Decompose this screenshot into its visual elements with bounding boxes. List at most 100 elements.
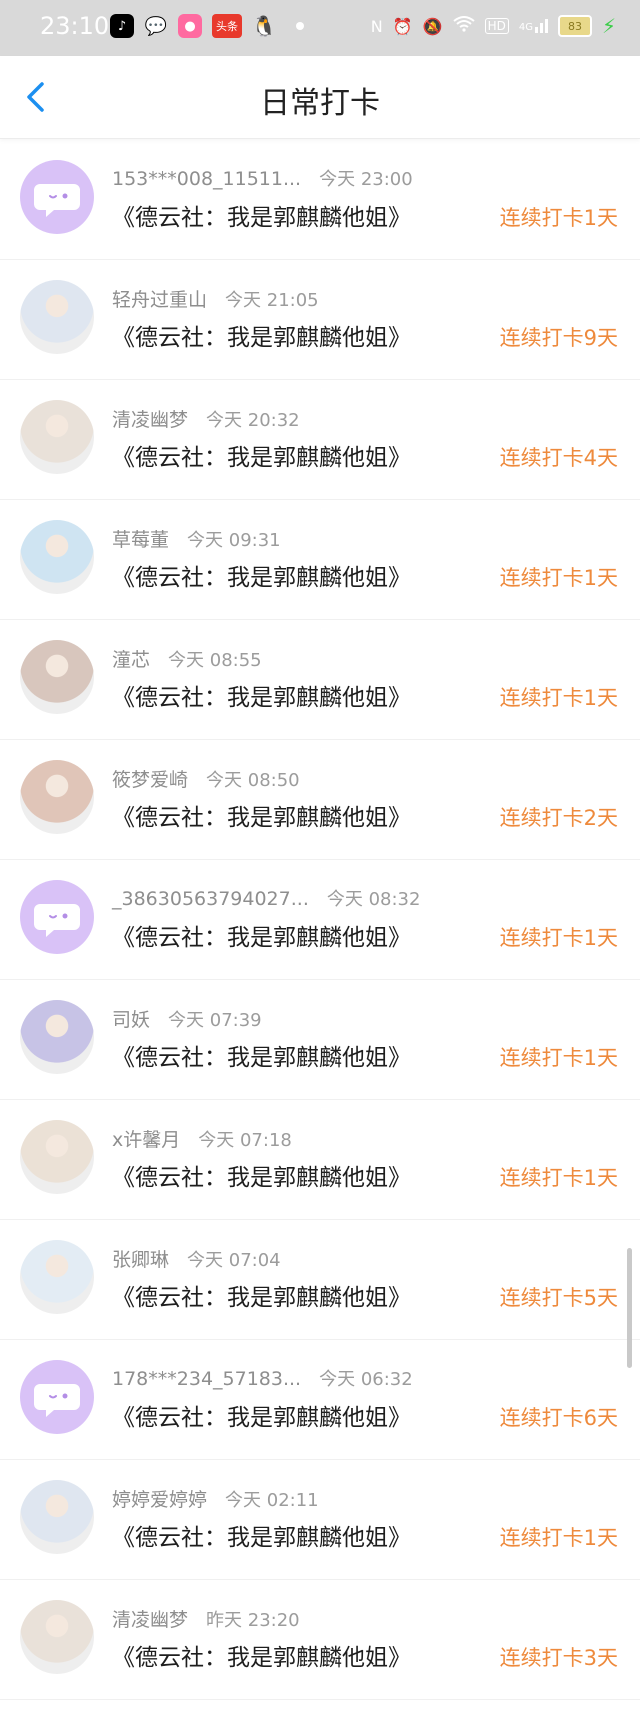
list-item[interactable]: _38630563794027... 今天 08:32 《德云社：我是郭麒麟他姐》 连… <box>0 860 640 980</box>
username[interactable]: 清凌幽梦 <box>112 409 188 431</box>
item-meta: 清凌幽梦 今天 20:32 <box>112 405 300 432</box>
book-title[interactable]: 《德云社：我是郭麒麟他姐》 <box>112 798 411 832</box>
checkin-time: 今天 09:31 <box>187 530 281 551</box>
avatar[interactable] <box>20 640 94 714</box>
pink-app-icon: ● <box>178 14 202 38</box>
avatar[interactable] <box>20 400 94 474</box>
item-meta: 清凌幽梦 昨天 23:20 <box>112 1605 300 1632</box>
status-bar: 23:10 ♪ 💬 ● 头条 🐧 N ⏰ 🔕 HD 4G 83 ⚡ <box>0 0 640 56</box>
avatar[interactable] <box>20 880 94 954</box>
username[interactable]: 筱梦爱崎 <box>112 769 188 791</box>
book-title[interactable]: 《德云社：我是郭麒麟他姐》 <box>112 438 411 472</box>
streak-label: 连续打卡2天 <box>499 806 618 830</box>
streak-label: 连续打卡1天 <box>499 206 618 230</box>
hd-icon: HD <box>484 18 509 34</box>
checkin-time: 今天 06:32 <box>319 1369 413 1390</box>
streak-label: 连续打卡1天 <box>499 1046 618 1070</box>
avatar[interactable] <box>20 160 94 234</box>
chat-bubble-icon <box>34 904 80 937</box>
username[interactable]: 草莓董 <box>112 529 169 551</box>
alarm-icon: ⏰ <box>392 16 413 36</box>
signal-icon: 4G <box>519 19 548 33</box>
streak-label: 连续打卡9天 <box>499 326 618 350</box>
book-title[interactable]: 《德云社：我是郭麒麟他姐》 <box>112 198 411 232</box>
streak-label: 连续打卡1天 <box>499 566 618 590</box>
book-title[interactable]: 《德云社：我是郭麒麟他姐》 <box>112 1638 411 1672</box>
item-meta: 司妖 今天 07:39 <box>112 1005 262 1032</box>
wechat-icon: 💬 <box>144 15 168 37</box>
checkin-time: 今天 21:05 <box>225 290 319 311</box>
streak-label: 连续打卡3天 <box>499 1646 618 1670</box>
checkin-time: 昨天 23:20 <box>206 1610 300 1631</box>
book-title[interactable]: 《德云社：我是郭麒麟他姐》 <box>112 1158 411 1192</box>
checkin-list: 153***008_11511... 今天 23:00 《德云社：我是郭麒麟他姐》连… <box>0 140 640 1700</box>
list-item[interactable]: 清凌幽梦 昨天 23:20 《德云社：我是郭麒麟他姐》 连续打卡3天 <box>0 1580 640 1700</box>
avatar[interactable] <box>20 520 94 594</box>
list-item[interactable]: 153***008_11511... 今天 23:00 《德云社：我是郭麒麟他姐》 连… <box>0 140 640 260</box>
username[interactable]: _38630563794027... <box>112 888 309 910</box>
scrollbar[interactable] <box>627 1248 632 1368</box>
checkin-time: 今天 08:50 <box>206 770 300 791</box>
avatar[interactable] <box>20 1000 94 1074</box>
book-title[interactable]: 《德云社：我是郭麒麟他姐》 <box>112 318 411 352</box>
chat-bubble-icon <box>34 1384 80 1417</box>
username[interactable]: 张卿琳 <box>112 1249 169 1271</box>
status-time: 23:10 <box>40 12 110 40</box>
page-title: 日常打卡 <box>260 86 380 121</box>
list-item[interactable]: 草莓董 今天 09:31 《德云社：我是郭麒麟他姐》 连续打卡1天 <box>0 500 640 620</box>
username[interactable]: 清凌幽梦 <box>112 1609 188 1631</box>
username[interactable]: 153***008_11511... <box>112 168 301 190</box>
avatar[interactable] <box>20 280 94 354</box>
book-title[interactable]: 《德云社：我是郭麒麟他姐》 <box>112 678 411 712</box>
checkin-time: 今天 07:18 <box>198 1130 292 1151</box>
list-item[interactable]: 张卿琳 今天 07:04 《德云社：我是郭麒麟他姐》 连续打卡5天 <box>0 1220 640 1340</box>
book-title[interactable]: 《德云社：我是郭麒麟他姐》 <box>112 1398 411 1432</box>
nfc-icon: N <box>370 16 383 36</box>
list-item[interactable]: 潼芯 今天 08:55 《德云社：我是郭麒麟他姐》 连续打卡1天 <box>0 620 640 740</box>
avatar[interactable] <box>20 1120 94 1194</box>
battery-icon: 83 <box>557 15 592 37</box>
checkin-time: 今天 20:32 <box>206 410 300 431</box>
battery-level: 83 <box>567 19 582 33</box>
streak-label: 连续打卡6天 <box>499 1406 618 1430</box>
username[interactable]: 司妖 <box>112 1009 150 1031</box>
book-title[interactable]: 《德云社：我是郭麒麟他姐》 <box>112 918 411 952</box>
avatar[interactable] <box>20 1600 94 1674</box>
item-meta: 婷婷爱婷婷 今天 02:11 <box>112 1485 319 1512</box>
item-meta: 178***234_57183... 今天 06:32 <box>112 1365 413 1391</box>
streak-label: 连续打卡4天 <box>499 446 618 470</box>
username[interactable]: 潼芯 <box>112 649 150 671</box>
username[interactable]: 轻舟过重山 <box>112 289 207 311</box>
checkin-time: 今天 08:55 <box>168 650 262 671</box>
qq-icon: 🐧 <box>251 14 277 38</box>
username[interactable]: 178***234_57183... <box>112 1368 301 1390</box>
streak-label: 连续打卡1天 <box>499 1526 618 1550</box>
avatar[interactable] <box>20 760 94 834</box>
book-title[interactable]: 《德云社：我是郭麒麟他姐》 <box>112 1038 411 1072</box>
username[interactable]: 婷婷爱婷婷 <box>112 1489 207 1511</box>
charging-icon: ⚡ <box>601 14 616 38</box>
list-item[interactable]: x许馨月 今天 07:18 《德云社：我是郭麒麟他姐》 连续打卡1天 <box>0 1100 640 1220</box>
list-item[interactable]: 筱梦爱崎 今天 08:50 《德云社：我是郭麒麟他姐》 连续打卡2天 <box>0 740 640 860</box>
item-meta: 潼芯 今天 08:55 <box>112 645 262 672</box>
item-meta: 153***008_11511... 今天 23:00 <box>112 165 413 191</box>
avatar[interactable] <box>20 1480 94 1554</box>
book-title[interactable]: 《德云社：我是郭麒麟他姐》 <box>112 1278 411 1312</box>
avatar[interactable] <box>20 1240 94 1314</box>
item-meta: 筱梦爱崎 今天 08:50 <box>112 765 300 792</box>
checkin-time: 今天 23:00 <box>319 169 413 190</box>
list-item[interactable]: 婷婷爱婷婷 今天 02:11 《德云社：我是郭麒麟他姐》 连续打卡1天 <box>0 1460 640 1580</box>
avatar[interactable] <box>20 1360 94 1434</box>
book-title[interactable]: 《德云社：我是郭麒麟他姐》 <box>112 1518 411 1552</box>
list-item[interactable]: 清凌幽梦 今天 20:32 《德云社：我是郭麒麟他姐》 连续打卡4天 <box>0 380 640 500</box>
streak-label: 连续打卡1天 <box>499 926 618 950</box>
more-notifications-dot <box>296 22 304 30</box>
book-title[interactable]: 《德云社：我是郭麒麟他姐》 <box>112 558 411 592</box>
item-meta: 草莓董 今天 09:31 <box>112 525 281 552</box>
streak-label: 连续打卡1天 <box>499 686 618 710</box>
list-item[interactable]: 司妖 今天 07:39 《德云社：我是郭麒麟他姐》 连续打卡1天 <box>0 980 640 1100</box>
list-item[interactable]: 178***234_57183... 今天 06:32 《德云社：我是郭麒麟他姐》 连… <box>0 1340 640 1460</box>
list-item[interactable]: 轻舟过重山 今天 21:05 《德云社：我是郭麒麟他姐》 连续打卡9天 <box>0 260 640 380</box>
username[interactable]: x许馨月 <box>112 1129 180 1151</box>
wifi-icon <box>452 16 475 36</box>
